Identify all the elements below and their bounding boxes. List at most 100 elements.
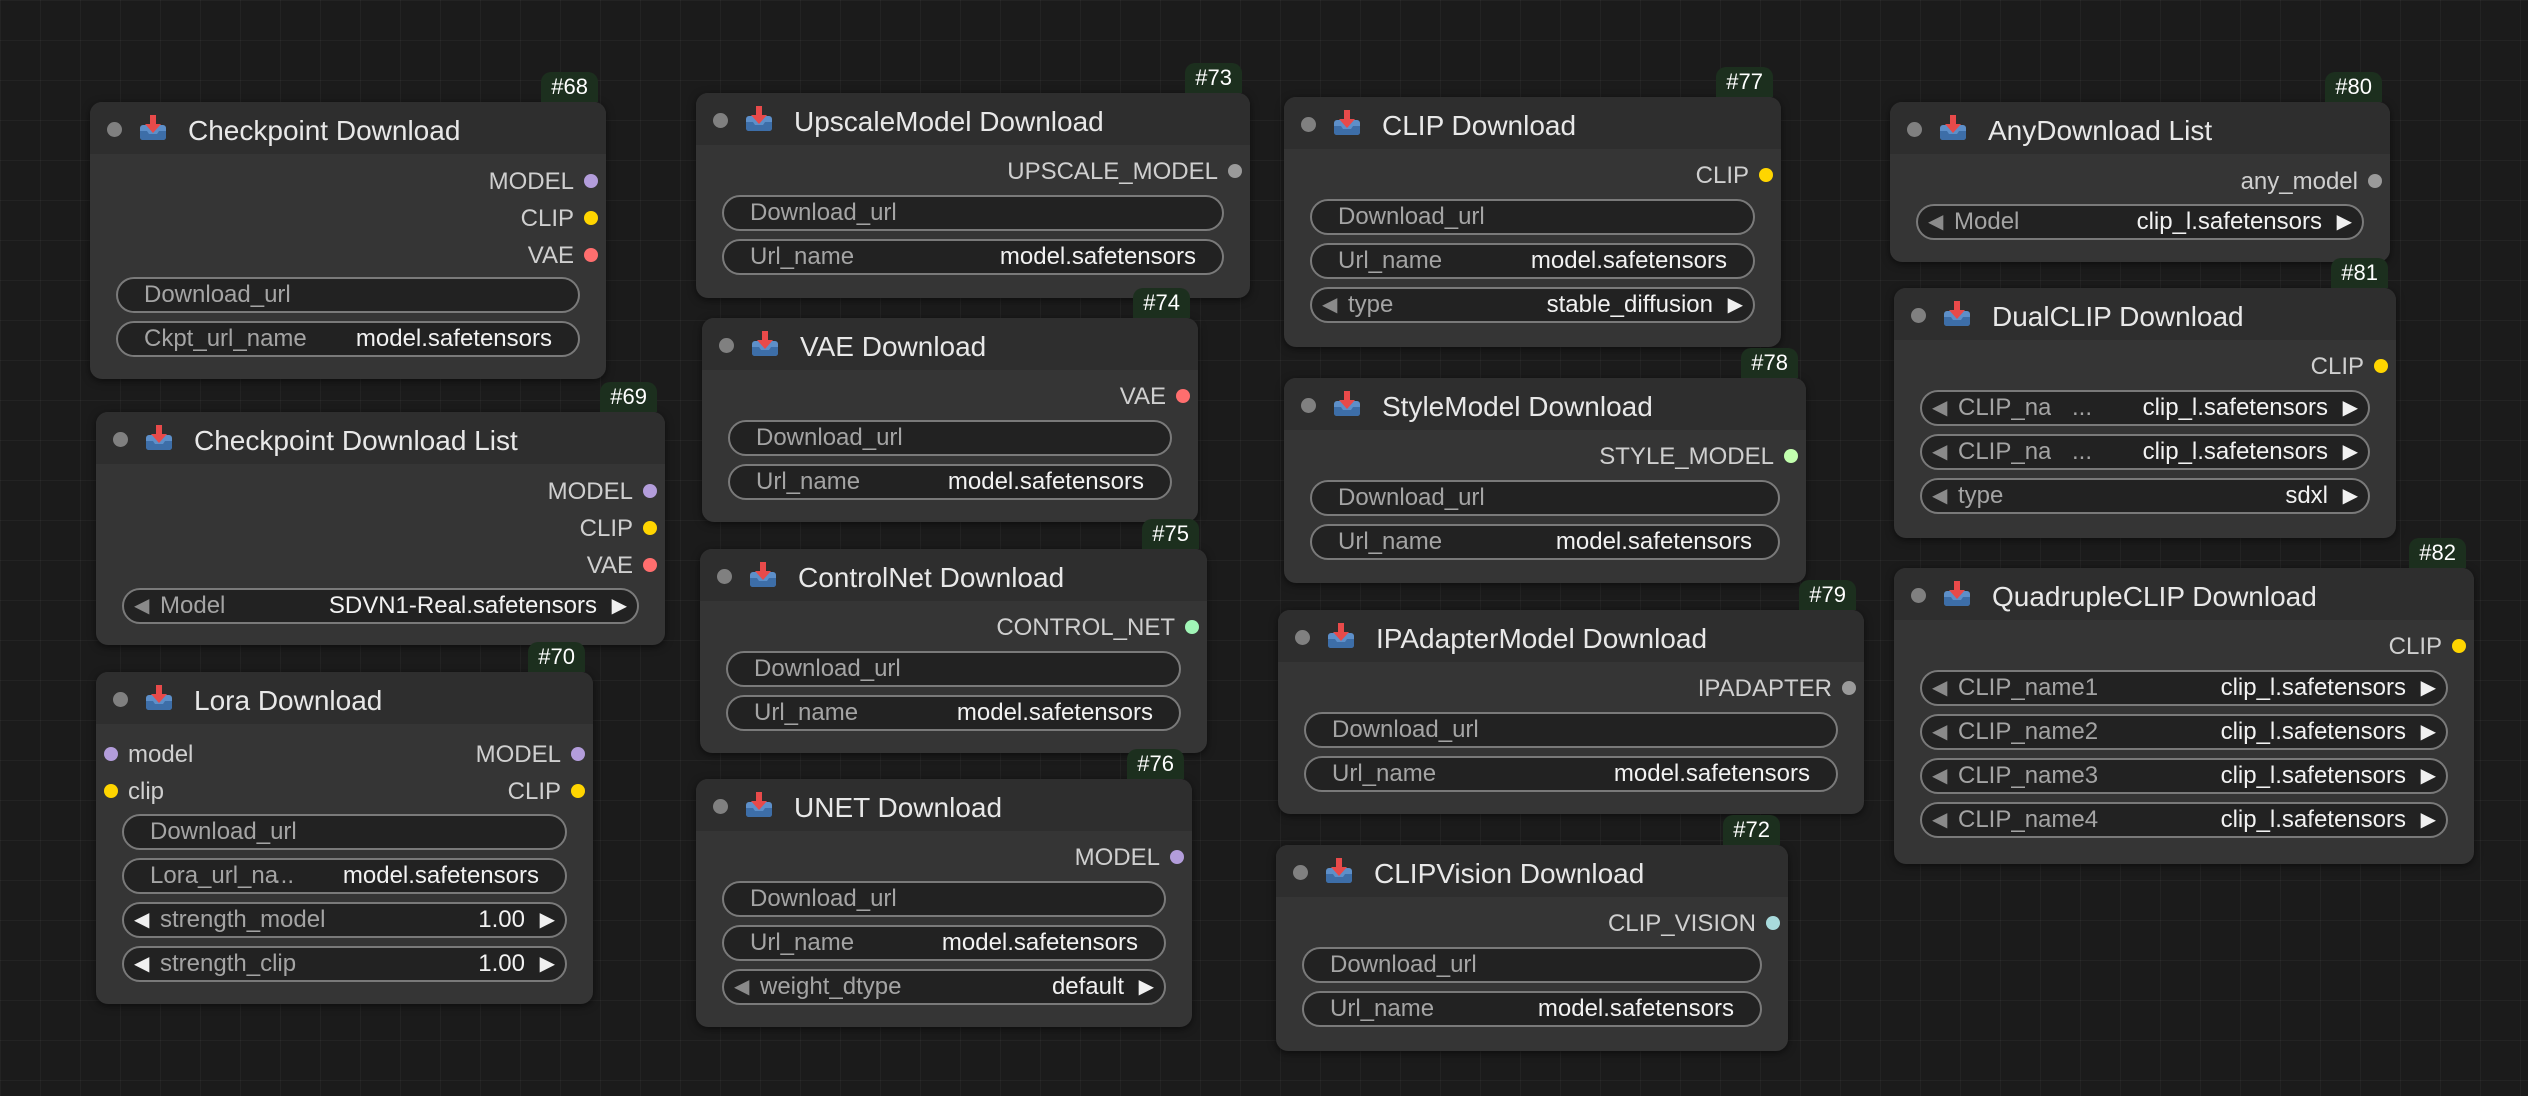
output-socket[interactable] [643,557,657,572]
increment-arrow-icon[interactable]: ▶ [540,948,555,980]
url-name-input[interactable]: Url_name model.safetensors [1310,524,1780,560]
output-socket[interactable] [2452,638,2466,653]
prev-arrow-icon[interactable]: ◀ [734,971,749,1003]
node-clip-download[interactable]: #77 CLIP Download CLIP Download_url Url_… [1284,67,1781,347]
lora-url-name-input[interactable]: Lora_url_na... model.safetensors [122,858,567,894]
input-socket[interactable] [104,783,118,798]
node-header[interactable]: StyleModel Download [1284,378,1806,430]
download-url-input[interactable]: Download_url [728,420,1172,456]
collapse-toggle[interactable] [1911,588,1926,603]
output-socket[interactable] [1759,167,1773,182]
output-upscale-model[interactable]: UPSCALE_MODEL [1007,158,1242,186]
node-header[interactable]: AnyDownload List [1890,102,2390,154]
node-header[interactable]: VAE Download [702,318,1198,370]
url-name-input[interactable]: Url_name model.safetensors [722,925,1166,961]
prev-arrow-icon[interactable]: ◀ [134,590,149,622]
next-arrow-icon[interactable]: ▶ [2343,436,2358,468]
next-arrow-icon[interactable]: ▶ [2421,672,2436,704]
prev-arrow-icon[interactable]: ◀ [1932,436,1947,468]
output-control-net[interactable]: CONTROL_NET [996,614,1199,642]
next-arrow-icon[interactable]: ▶ [2337,206,2352,238]
collapse-toggle[interactable] [713,113,728,128]
next-arrow-icon[interactable]: ▶ [2343,392,2358,424]
output-style-model[interactable]: STYLE_MODEL [1599,443,1798,471]
node-quadrupleclip-download[interactable]: #82 QuadrupleCLIP Download CLIP ◀ CLIP_na… [1894,538,2474,864]
download-url-input[interactable]: Download_url [1310,199,1755,235]
download-url-input[interactable]: Download_url [122,814,567,850]
download-url-input[interactable]: Download_url [722,881,1166,917]
node-anydownload-list[interactable]: #80 AnyDownload List any_model ◀ Model cli… [1890,72,2390,262]
output-clip[interactable]: CLIP [521,205,598,233]
output-socket[interactable] [571,783,585,798]
download-url-input[interactable]: Download_url [1302,947,1762,983]
prev-arrow-icon[interactable]: ◀ [1932,760,1947,792]
node-ipadaptermodel-download[interactable]: #79 IPAdapterModel Download IPADAPTER Do… [1278,580,1864,814]
node-header[interactable]: Lora Download [96,672,593,724]
output-socket[interactable] [1842,680,1856,695]
strength-clip-number[interactable]: ◀ strength_clip 1.00 ▶ [122,946,567,982]
node-controlnet-download[interactable]: #75 ControlNet Download CONTROL_NET Down… [700,519,1207,753]
collapse-toggle[interactable] [1907,122,1922,137]
node-header[interactable]: DualCLIP Download [1894,288,2396,340]
increment-arrow-icon[interactable]: ▶ [540,904,555,936]
output-clip[interactable]: CLIP [508,778,585,806]
output-socket[interactable] [1228,163,1242,178]
prev-arrow-icon[interactable]: ◀ [1928,206,1943,238]
collapse-toggle[interactable] [719,338,734,353]
prev-arrow-icon[interactable]: ◀ [1932,804,1947,836]
type-select[interactable]: ◀ type stable_diffusion ▶ [1310,287,1755,323]
output-clip[interactable]: CLIP [2389,633,2466,661]
output-socket[interactable] [571,746,585,761]
next-arrow-icon[interactable]: ▶ [612,590,627,622]
output-socket[interactable] [1185,619,1199,634]
collapse-toggle[interactable] [717,569,732,584]
prev-arrow-icon[interactable]: ◀ [1932,392,1947,424]
weight-dtype-select[interactable]: ◀ weight_dtype default ▶ [722,969,1166,1005]
next-arrow-icon[interactable]: ▶ [2421,760,2436,792]
collapse-toggle[interactable] [1293,865,1308,880]
collapse-toggle[interactable] [1301,117,1316,132]
node-upscalemodel-download[interactable]: #73 UpscaleModel Download UPSCALE_MODEL … [696,63,1250,298]
output-socket[interactable] [2368,173,2382,188]
output-socket[interactable] [1176,388,1190,403]
output-clip-vision[interactable]: CLIP_VISION [1608,910,1780,938]
output-vae[interactable]: VAE [1120,383,1190,411]
node-header[interactable]: QuadrupleCLIP Download [1894,568,2474,620]
download-url-input[interactable]: Download_url [116,277,580,313]
node-header[interactable]: UpscaleModel Download [696,93,1250,145]
output-socket[interactable] [584,247,598,262]
download-url-input[interactable]: Download_url [722,195,1224,231]
node-unet-download[interactable]: #76 UNET Download MODEL Download_url Url… [696,749,1192,1027]
output-socket[interactable] [1784,448,1798,463]
node-header[interactable]: UNET Download [696,779,1192,831]
node-header[interactable]: CLIPVision Download [1276,845,1788,897]
node-checkpoint-download[interactable]: #68 Checkpoint Download MODEL CLIP VAE D… [90,72,606,379]
output-ipadapter[interactable]: IPADAPTER [1698,675,1856,703]
clip-name1-select[interactable]: ◀ CLIP_na... clip_l.safetensors ▶ [1920,390,2370,426]
decrement-arrow-icon[interactable]: ◀ [134,904,149,936]
node-vae-download[interactable]: #74 VAE Download VAE Download_url Url_na… [702,288,1198,522]
node-checkpoint-download-list[interactable]: #69 Checkpoint Download List MODEL CLIP … [96,382,665,645]
collapse-toggle[interactable] [1911,308,1926,323]
collapse-toggle[interactable] [113,432,128,447]
next-arrow-icon[interactable]: ▶ [2421,716,2436,748]
node-header[interactable]: IPAdapterModel Download [1278,610,1864,662]
node-clipvision-download[interactable]: #72 CLIPVision Download CLIP_VISION Down… [1276,815,1788,1051]
collapse-toggle[interactable] [713,799,728,814]
output-socket[interactable] [584,210,598,225]
output-vae[interactable]: VAE [587,552,657,580]
prev-arrow-icon[interactable]: ◀ [1932,716,1947,748]
collapse-toggle[interactable] [1301,398,1316,413]
decrement-arrow-icon[interactable]: ◀ [134,948,149,980]
download-url-input[interactable]: Download_url [1310,480,1780,516]
clip-name1-select[interactable]: ◀ CLIP_name1 clip_l.safetensors ▶ [1920,670,2448,706]
collapse-toggle[interactable] [107,122,122,137]
download-url-input[interactable]: Download_url [1304,712,1838,748]
output-socket[interactable] [643,483,657,498]
output-any-model[interactable]: any_model [2241,168,2382,196]
next-arrow-icon[interactable]: ▶ [1728,289,1743,321]
next-arrow-icon[interactable]: ▶ [2343,480,2358,512]
output-socket[interactable] [1766,915,1780,930]
output-socket[interactable] [2374,358,2388,373]
url-name-input[interactable]: Url_name model.safetensors [728,464,1172,500]
